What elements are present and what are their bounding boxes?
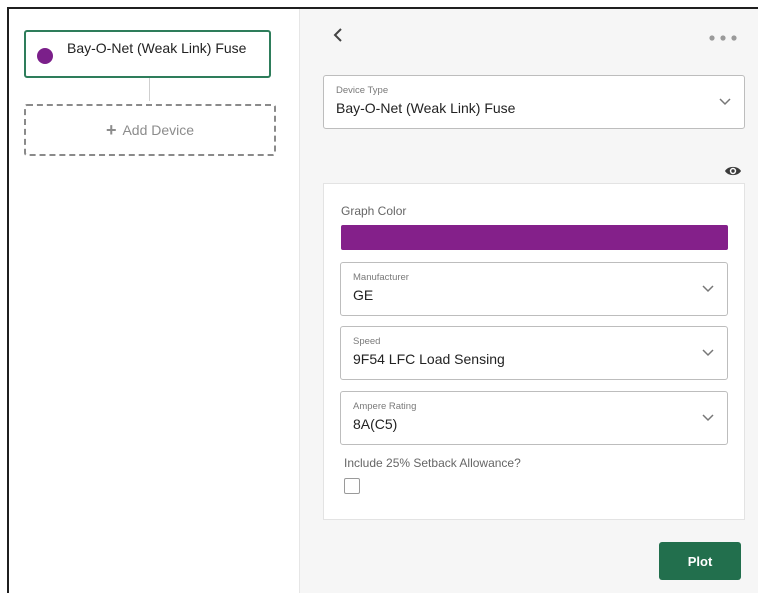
device-color-dot (37, 48, 53, 64)
more-options-button[interactable] (708, 27, 742, 47)
device-card[interactable]: Bay-O-Net (Weak Link) Fuse (24, 30, 271, 78)
manufacturer-value: GE (353, 287, 374, 303)
ampere-rating-select[interactable]: Ampere Rating 8A(C5) (340, 391, 728, 445)
chevron-down-icon (702, 285, 714, 293)
device-type-label: Device Type (336, 85, 389, 96)
graph-color-swatch[interactable] (341, 225, 728, 250)
chevron-left-icon (333, 28, 342, 42)
more-horizontal-icon (709, 35, 737, 41)
device-settings-panel: Graph Color Manufacturer GE Speed 9F54 L… (323, 183, 745, 520)
ampere-rating-label: Ampere Rating (353, 401, 417, 412)
speed-label: Speed (353, 336, 381, 347)
setback-allowance-checkbox[interactable] (344, 478, 360, 494)
chevron-down-icon (719, 98, 731, 106)
device-label: Bay-O-Net (Weak Link) Fuse (67, 40, 247, 56)
manufacturer-select[interactable]: Manufacturer GE (340, 262, 728, 316)
back-button[interactable] (332, 25, 348, 49)
speed-value: 9F54 LFC Load Sensing (353, 351, 505, 367)
add-device-label: Add Device (122, 122, 195, 138)
plus-icon: + (105, 120, 117, 140)
device-type-value: Bay-O-Net (Weak Link) Fuse (336, 100, 516, 116)
chevron-down-icon (702, 414, 714, 422)
plot-button[interactable]: Plot (659, 542, 741, 580)
add-device-button[interactable]: + Add Device (24, 104, 276, 156)
app-window: Bay-O-Net (Weak Link) Fuse + Add Device … (0, 0, 758, 593)
device-connector-line (149, 78, 150, 101)
chevron-down-icon (702, 349, 714, 357)
speed-select[interactable]: Speed 9F54 LFC Load Sensing (340, 326, 728, 380)
ampere-rating-value: 8A(C5) (353, 416, 398, 432)
setback-allowance-label: Include 25% Setback Allowance? (344, 456, 521, 470)
device-settings-pane: Device Type Bay-O-Net (Weak Link) Fuse G… (300, 9, 758, 593)
device-type-select[interactable]: Device Type Bay-O-Net (Weak Link) Fuse (323, 75, 745, 129)
manufacturer-label: Manufacturer (353, 272, 409, 283)
graph-color-label: Graph Color (341, 204, 407, 218)
device-list-pane: Bay-O-Net (Weak Link) Fuse + Add Device (9, 9, 300, 593)
eye-icon[interactable] (724, 165, 742, 177)
